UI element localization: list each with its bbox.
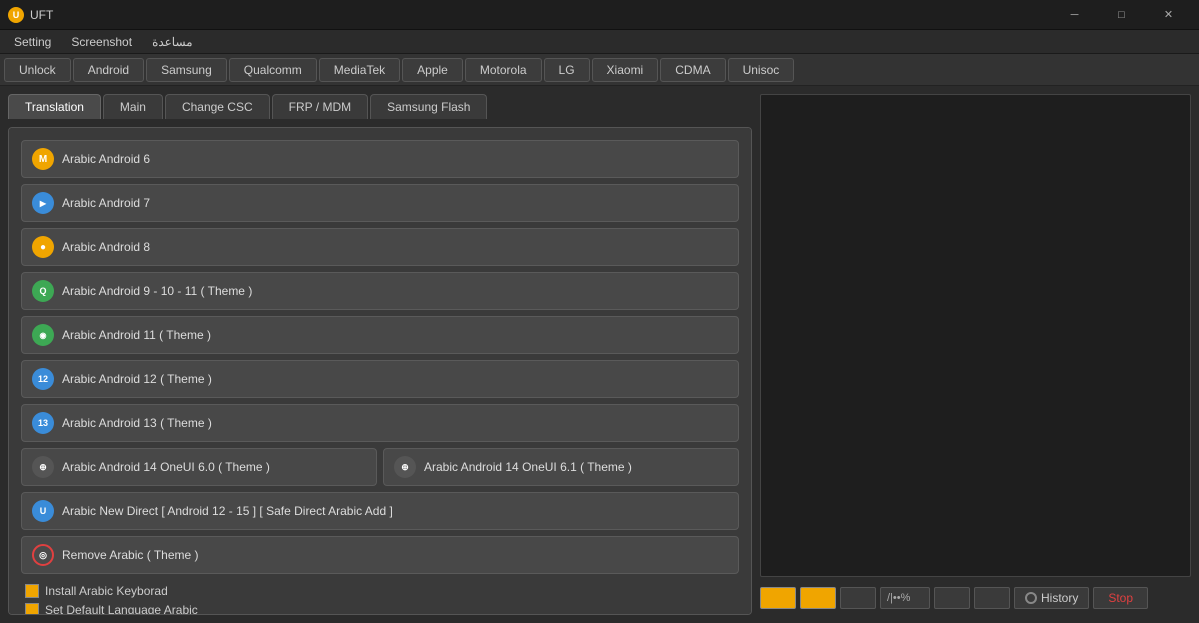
nav-motorola[interactable]: Motorola — [465, 58, 542, 82]
left-panel: Translation Main Change CSC FRP / MDM Sa… — [0, 86, 760, 623]
double-button-row: ⊕ Arabic Android 14 OneUI 6.0 ( Theme ) … — [21, 448, 739, 486]
nav-mediatek[interactable]: MediaTek — [319, 58, 400, 82]
remove-arabic-button[interactable]: ◎ Remove Arabic ( Theme ) — [21, 536, 739, 574]
set-default-lang-label: Set Default Language Arabic — [45, 603, 198, 615]
nav-samsung[interactable]: Samsung — [146, 58, 227, 82]
nav-xiaomi[interactable]: Xiaomi — [592, 58, 659, 82]
content-box: M Arabic Android 6 ▶ Arabic Android 7 ● … — [8, 127, 752, 615]
install-keyboard-checkbox[interactable] — [25, 584, 39, 598]
menu-screenshot[interactable]: Screenshot — [61, 33, 142, 51]
stop-button[interactable]: Stop — [1093, 587, 1148, 609]
tab-main[interactable]: Main — [103, 94, 163, 119]
history-icon — [1025, 592, 1037, 604]
tab-change-csc[interactable]: Change CSC — [165, 94, 270, 119]
nav-unlock[interactable]: Unlock — [4, 58, 71, 82]
android-13-icon: 13 — [32, 412, 54, 434]
install-keyboard-row[interactable]: Install Arabic Keyborad — [25, 584, 739, 598]
arabic-android-9-10-11-button[interactable]: Q Arabic Android 9 - 10 - 11 ( Theme ) — [21, 272, 739, 310]
history-label: History — [1041, 591, 1078, 605]
right-panel: /|••% History Stop — [760, 86, 1199, 623]
set-default-lang-checkbox[interactable] — [25, 603, 39, 615]
android-8-icon: ● — [32, 236, 54, 258]
arabic-android-12-label: Arabic Android 12 ( Theme ) — [62, 372, 212, 386]
maximize-button[interactable]: □ — [1099, 5, 1144, 25]
arabic-android-7-button[interactable]: ▶ Arabic Android 7 — [21, 184, 739, 222]
stop-label: Stop — [1108, 591, 1133, 605]
progress-seg-4 — [934, 587, 970, 609]
arabic-android-9-10-11-label: Arabic Android 9 - 10 - 11 ( Theme ) — [62, 284, 252, 298]
nav-unisoc[interactable]: Unisoc — [728, 58, 795, 82]
arabic-14-oneui-61-button[interactable]: ⊕ Arabic Android 14 OneUI 6.1 ( Theme ) — [383, 448, 739, 486]
menu-setting[interactable]: Setting — [4, 33, 61, 51]
android-14b-icon: ⊕ — [394, 456, 416, 478]
arabic-android-13-label: Arabic Android 13 ( Theme ) — [62, 416, 212, 430]
nav-android[interactable]: Android — [73, 58, 144, 82]
android-14a-icon: ⊕ — [32, 456, 54, 478]
app-icon: U — [8, 7, 24, 23]
progress-seg-1 — [760, 587, 796, 609]
android-7-icon: ▶ — [32, 192, 54, 214]
arabic-android-11-button[interactable]: ◉ Arabic Android 11 ( Theme ) — [21, 316, 739, 354]
progress-seg-2 — [800, 587, 836, 609]
menu-help[interactable]: مساعدة — [142, 33, 203, 51]
arabic-14-oneui-60-label: Arabic Android 14 OneUI 6.0 ( Theme ) — [62, 460, 270, 474]
android-12-icon: 12 — [32, 368, 54, 390]
arabic-android-6-label: Arabic Android 6 — [62, 152, 150, 166]
remove-arabic-label: Remove Arabic ( Theme ) — [62, 548, 199, 562]
title-text: UFT — [30, 8, 53, 22]
title-bar-left: U UFT — [8, 7, 53, 23]
tab-translation[interactable]: Translation — [8, 94, 101, 119]
nav-cdma[interactable]: CDMA — [660, 58, 725, 82]
menu-bar: Setting Screenshot مساعدة — [0, 30, 1199, 54]
remove-arabic-icon: ◎ — [32, 544, 54, 566]
progress-seg-5 — [974, 587, 1010, 609]
app-icon-label: U — [13, 10, 20, 20]
checkboxes: Install Arabic Keyborad Set Default Lang… — [21, 580, 739, 615]
tab-samsung-flash[interactable]: Samsung Flash — [370, 94, 487, 119]
nav-bar: Unlock Android Samsung Qualcomm MediaTek… — [0, 54, 1199, 86]
android-9-icon: Q — [32, 280, 54, 302]
arabic-android-13-button[interactable]: 13 Arabic Android 13 ( Theme ) — [21, 404, 739, 442]
nav-qualcomm[interactable]: Qualcomm — [229, 58, 317, 82]
arabic-android-8-button[interactable]: ● Arabic Android 8 — [21, 228, 739, 266]
arabic-android-11-label: Arabic Android 11 ( Theme ) — [62, 328, 211, 342]
arabic-new-direct-button[interactable]: U Arabic New Direct [ Android 12 - 15 ] … — [21, 492, 739, 530]
arabic-android-12-button[interactable]: 12 Arabic Android 12 ( Theme ) — [21, 360, 739, 398]
android-11-icon: ◉ — [32, 324, 54, 346]
tab-frp-mdm[interactable]: FRP / MDM — [272, 94, 368, 119]
close-button[interactable]: ✕ — [1146, 5, 1191, 25]
android-6-icon: M — [32, 148, 54, 170]
progress-seg-3 — [840, 587, 876, 609]
minimize-button[interactable]: ─ — [1052, 5, 1097, 25]
main-layout: Translation Main Change CSC FRP / MDM Sa… — [0, 86, 1199, 623]
arabic-14-oneui-60-button[interactable]: ⊕ Arabic Android 14 OneUI 6.0 ( Theme ) — [21, 448, 377, 486]
nav-lg[interactable]: LG — [544, 58, 590, 82]
arabic-14-oneui-61-label: Arabic Android 14 OneUI 6.1 ( Theme ) — [424, 460, 632, 474]
install-keyboard-label: Install Arabic Keyborad — [45, 584, 168, 598]
arabic-android-8-label: Arabic Android 8 — [62, 240, 150, 254]
arabic-android-6-button[interactable]: M Arabic Android 6 — [21, 140, 739, 178]
nav-apple[interactable]: Apple — [402, 58, 463, 82]
title-bar: U UFT ─ □ ✕ — [0, 0, 1199, 30]
bottom-bar: /|••% History Stop — [760, 581, 1191, 615]
history-button[interactable]: History — [1014, 587, 1089, 609]
arabic-new-direct-label: Arabic New Direct [ Android 12 - 15 ] [ … — [62, 504, 393, 518]
tabs: Translation Main Change CSC FRP / MDM Sa… — [8, 94, 752, 119]
arabic-new-direct-icon: U — [32, 500, 54, 522]
title-bar-controls: ─ □ ✕ — [1052, 5, 1191, 25]
output-box — [760, 94, 1191, 577]
arabic-android-7-label: Arabic Android 7 — [62, 196, 150, 210]
progress-percent: /|••% — [880, 587, 930, 609]
set-default-lang-row[interactable]: Set Default Language Arabic — [25, 603, 739, 615]
